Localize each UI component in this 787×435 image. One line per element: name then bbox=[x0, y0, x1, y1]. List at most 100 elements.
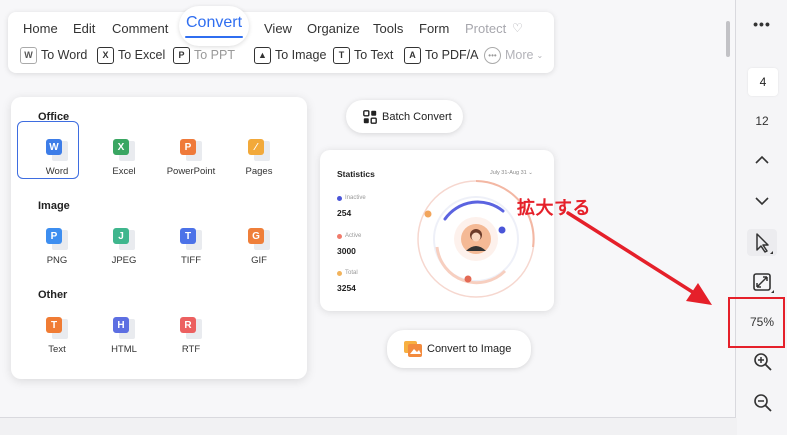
format-excel-button[interactable]: X Excel bbox=[92, 139, 156, 177]
jpeg-icon-badge: J bbox=[113, 228, 129, 244]
annotation-arrow bbox=[566, 211, 712, 305]
stats-title: Statistics bbox=[337, 169, 375, 179]
pages-icon-badge: ⁄ bbox=[248, 139, 264, 155]
vertical-scrollbar[interactable] bbox=[726, 21, 730, 57]
format-label: Excel bbox=[112, 166, 136, 177]
format-pages-button[interactable]: ⁄ Pages bbox=[227, 139, 291, 177]
statistics-preview-card: Statistics July 31-Aug 31 ⌄ Inactive 254… bbox=[320, 150, 554, 311]
select-cursor-icon[interactable] bbox=[747, 229, 777, 256]
word-file-icon: W bbox=[20, 46, 37, 64]
format-label: RTF bbox=[181, 344, 201, 355]
zoom-in-icon[interactable] bbox=[753, 352, 773, 372]
format-tiff-button[interactable]: T TIFF bbox=[159, 228, 223, 266]
more-button[interactable]: ••• More ⌄ bbox=[484, 45, 543, 65]
stats-value-total: 3254 bbox=[337, 283, 356, 293]
chevron-down-icon: ⌄ bbox=[536, 50, 544, 60]
to-ppt-button[interactable]: P To PPT bbox=[173, 45, 235, 65]
format-word-button[interactable]: W Word bbox=[17, 121, 89, 179]
format-label: GIF bbox=[251, 255, 267, 266]
current-page-number[interactable]: 4 bbox=[748, 68, 778, 96]
more-options-icon[interactable]: ••• bbox=[737, 16, 787, 32]
to-word-button[interactable]: W To Word bbox=[20, 45, 87, 65]
format-label: HTML bbox=[111, 344, 137, 355]
menu-home[interactable]: Home bbox=[23, 21, 58, 36]
convert-to-image-button[interactable]: Convert to Image bbox=[387, 330, 531, 368]
format-label: Pages bbox=[245, 166, 273, 177]
convert-format-panel: Office Image Other W Word X Excel P PowerPoin… bbox=[11, 97, 307, 379]
to-image-button[interactable]: ▲ To Image bbox=[254, 45, 326, 65]
active-tab-underline bbox=[185, 36, 243, 38]
powerpoint-format-icon: P bbox=[180, 139, 202, 161]
to-pdfa-label: To PDF/A bbox=[425, 48, 479, 62]
menu-view[interactable]: View bbox=[264, 21, 292, 36]
section-title-image: Image bbox=[38, 200, 70, 212]
format-text-button[interactable]: T Text bbox=[25, 317, 89, 355]
to-text-button[interactable]: T To Text bbox=[333, 45, 393, 65]
excel-format-icon: X bbox=[113, 139, 135, 161]
format-rtf-button[interactable]: R RTF bbox=[159, 317, 223, 355]
tab-convert[interactable]: Convert bbox=[179, 6, 249, 46]
format-powerpoint-button[interactable]: P PowerPoint bbox=[159, 139, 223, 177]
jpeg-format-icon: J bbox=[113, 228, 135, 250]
word-format-icon: W bbox=[46, 139, 68, 161]
format-label: TIFF bbox=[180, 255, 202, 266]
stats-key-total: Total bbox=[337, 270, 358, 276]
menu-protect[interactable]: Protect bbox=[465, 21, 506, 36]
tab-convert-label: Convert bbox=[185, 14, 243, 31]
html-format-icon: H bbox=[113, 317, 135, 339]
image-file-icon: ▲ bbox=[254, 46, 271, 64]
excel-icon-badge: X bbox=[113, 139, 129, 155]
pdfa-file-icon: A bbox=[404, 46, 421, 64]
gif-format-icon: G bbox=[248, 228, 270, 250]
text-file-icon: T bbox=[333, 46, 350, 64]
batch-convert-label: Batch Convert bbox=[382, 110, 452, 123]
menu-form[interactable]: Form bbox=[419, 21, 449, 36]
png-icon-badge: P bbox=[46, 228, 62, 244]
format-gif-button[interactable]: G GIF bbox=[227, 228, 291, 266]
to-ppt-label: To PPT bbox=[194, 48, 235, 62]
pages-format-icon: ⁄ bbox=[248, 139, 270, 161]
format-html-button[interactable]: H HTML bbox=[92, 317, 156, 355]
menu-edit[interactable]: Edit bbox=[73, 21, 95, 36]
word-icon-badge: W bbox=[46, 139, 62, 155]
fit-page-icon[interactable] bbox=[752, 272, 776, 294]
chevron-up-icon[interactable] bbox=[754, 154, 770, 166]
to-pdfa-button[interactable]: A To PDF/A bbox=[404, 45, 479, 65]
png-format-icon: P bbox=[46, 228, 68, 250]
powerpoint-icon-badge: P bbox=[180, 139, 196, 155]
format-label: JPEG bbox=[111, 255, 137, 266]
zoom-level[interactable]: 75% bbox=[737, 315, 787, 329]
horizontal-scroll-area bbox=[0, 418, 737, 435]
more-label: More bbox=[505, 48, 534, 62]
format-label: Text bbox=[48, 344, 66, 355]
rtf-icon-badge: R bbox=[180, 317, 196, 333]
format-label: PNG bbox=[46, 255, 68, 266]
gif-icon-badge: G bbox=[248, 228, 264, 244]
ppt-file-icon: P bbox=[173, 46, 190, 64]
section-title-other: Other bbox=[38, 289, 68, 301]
chevron-down-icon[interactable] bbox=[754, 195, 770, 207]
convert-toolbar: Home Edit Comment Convert View Organize … bbox=[8, 6, 554, 73]
stats-value-active: 3000 bbox=[337, 246, 356, 256]
batch-convert-icon bbox=[363, 109, 377, 124]
tiff-format-icon: T bbox=[180, 228, 202, 250]
format-label: PowerPoint bbox=[166, 166, 216, 177]
menu-tools[interactable]: Tools bbox=[373, 21, 403, 36]
batch-convert-button[interactable]: Batch Convert bbox=[346, 100, 463, 133]
to-excel-button[interactable]: X To Excel bbox=[97, 45, 165, 65]
to-image-label: To Image bbox=[275, 48, 327, 62]
lightbulb-icon[interactable]: ♡ bbox=[512, 21, 523, 35]
rtf-format-icon: R bbox=[180, 317, 202, 339]
to-excel-label: To Excel bbox=[118, 48, 166, 62]
to-word-label: To Word bbox=[41, 48, 88, 62]
menu-comment[interactable]: Comment bbox=[112, 21, 168, 36]
format-png-button[interactable]: P PNG bbox=[25, 228, 89, 266]
html-icon-badge: H bbox=[113, 317, 129, 333]
stats-value-inactive: 254 bbox=[337, 208, 352, 218]
format-jpeg-button[interactable]: J JPEG bbox=[92, 228, 156, 266]
total-pages: 12 bbox=[755, 114, 769, 128]
menu-organize[interactable]: Organize bbox=[307, 21, 360, 36]
zoom-out-icon[interactable] bbox=[753, 393, 773, 413]
text-icon-badge: T bbox=[46, 317, 62, 333]
convert-to-image-label: Convert to Image bbox=[427, 343, 512, 355]
